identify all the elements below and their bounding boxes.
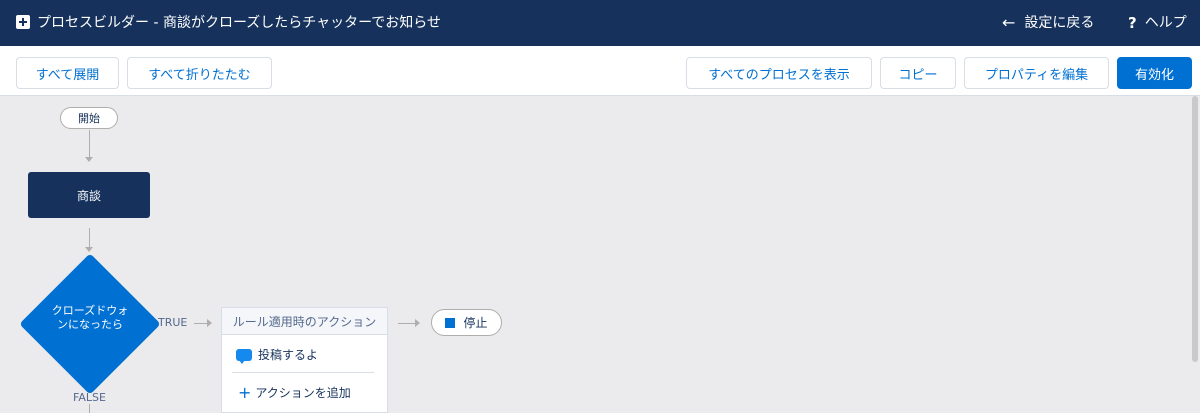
add-action-button[interactable]: + アクションを追加 xyxy=(238,384,351,401)
toolbar: すべて展開 すべて折りたたむ すべてのプロセスを表示 コピー プロパティを編集 … xyxy=(0,46,1200,96)
expand-all-button[interactable]: すべて展開 xyxy=(16,57,119,89)
object-node[interactable]: 商談 xyxy=(28,172,150,218)
connector-line xyxy=(194,323,208,324)
app-header: プロセスビルダー - 商談がクローズしたらチャッターでお知らせ ← 設定に戻る … xyxy=(0,0,1200,46)
false-label: FALSE xyxy=(73,391,106,404)
help-link[interactable]: ? ヘルプ xyxy=(1128,13,1187,33)
add-action-label: アクションを追加 xyxy=(255,386,351,400)
edit-properties-button[interactable]: プロパティを編集 xyxy=(964,57,1109,89)
help-icon: ? xyxy=(1128,14,1137,32)
action-item-label: 投稿するよ xyxy=(258,348,319,362)
page-title: プロセスビルダー - 商談がクローズしたらチャッターでお知らせ xyxy=(37,15,441,31)
plus-icon: + xyxy=(238,382,252,402)
arrow-right-icon xyxy=(415,319,420,327)
back-to-setup-label: 設定に戻る xyxy=(1024,15,1095,31)
process-builder-icon xyxy=(16,15,30,29)
activate-button[interactable]: 有効化 xyxy=(1117,57,1192,89)
connector-line xyxy=(89,404,90,413)
connector-line xyxy=(89,130,90,158)
action-group: ルール適用時のアクション 投稿するよ + アクションを追加 xyxy=(221,307,388,413)
collapse-all-button[interactable]: すべて折りたたむ xyxy=(127,57,272,89)
action-group-header[interactable]: ルール適用時のアクション xyxy=(222,308,387,335)
process-canvas: 開始 商談 クローズドウォ ンになったら TRUE ルール適用時のアクション 投… xyxy=(0,96,1200,413)
arrow-left-icon: ← xyxy=(1002,13,1016,32)
help-label: ヘルプ xyxy=(1144,15,1187,31)
chatter-post-icon xyxy=(236,348,252,364)
view-all-processes-button[interactable]: すべてのプロセスを表示 xyxy=(686,57,872,89)
vertical-scrollbar[interactable] xyxy=(1192,96,1198,362)
divider xyxy=(232,372,374,373)
connector-line xyxy=(398,323,416,324)
stop-label: 停止 xyxy=(463,316,488,330)
arrow-right-icon xyxy=(207,319,212,327)
arrow-down-icon xyxy=(85,247,93,252)
start-node: 開始 xyxy=(60,107,118,129)
arrow-down-icon xyxy=(85,157,93,162)
copy-button[interactable]: コピー xyxy=(880,57,956,89)
stop-node: 停止 xyxy=(431,309,502,336)
criteria-node[interactable] xyxy=(19,253,161,395)
back-to-setup-link[interactable]: ← 設定に戻る xyxy=(1002,13,1094,33)
action-item[interactable]: 投稿するよ xyxy=(236,346,319,364)
true-label: TRUE xyxy=(158,316,188,329)
connector-line xyxy=(89,228,90,248)
stop-icon xyxy=(445,317,456,328)
